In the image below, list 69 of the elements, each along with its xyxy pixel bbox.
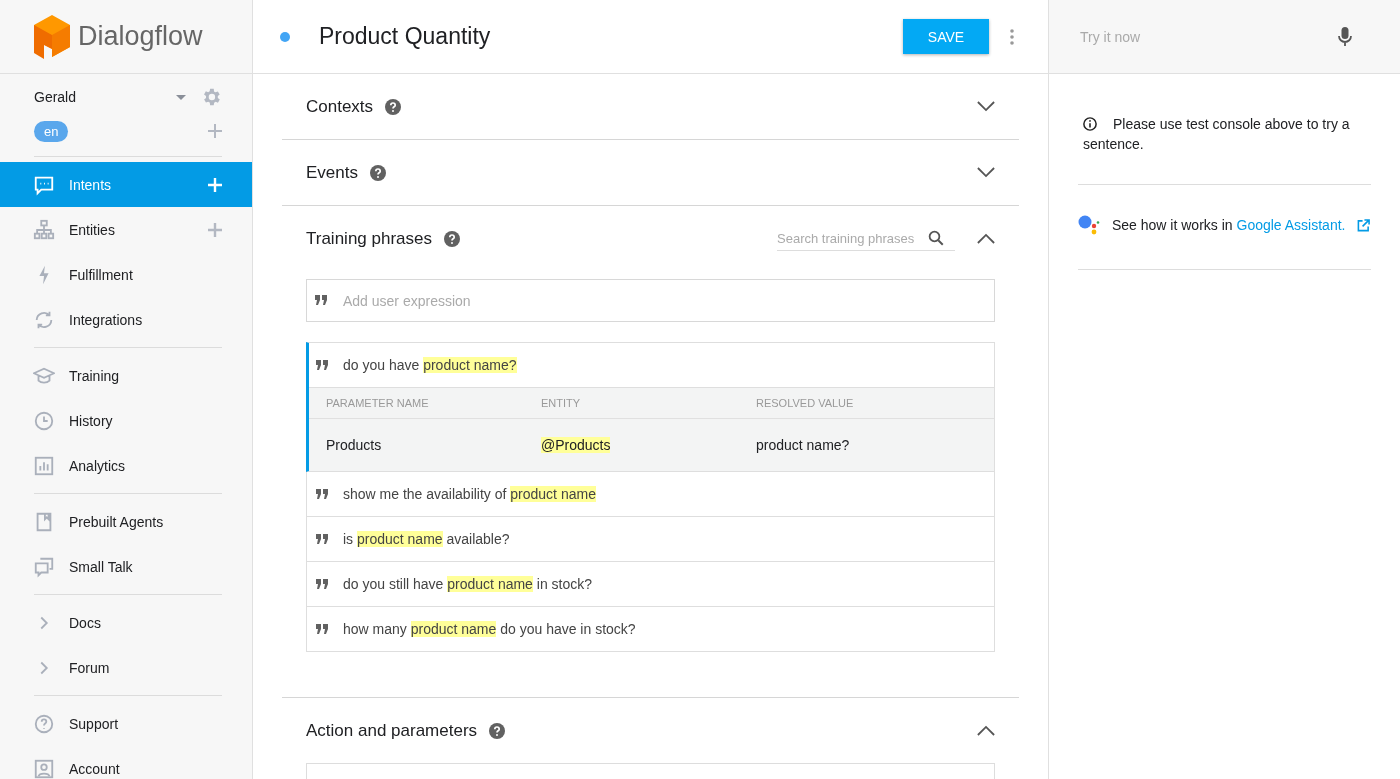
quote-icon [316,624,328,634]
help-icon[interactable] [489,722,506,739]
nav-item[interactable]: Forum [0,645,252,690]
nav-item[interactable]: Support [0,701,252,746]
quote-icon [316,489,328,499]
quote-icon [316,579,328,589]
section-title: Contexts [306,96,374,117]
quote-icon [316,360,328,370]
column-header: RESOLVED VALUE [756,397,855,409]
assistant-text: See how it works in Google Assistant. [1112,217,1346,233]
training-phrase-row[interactable]: is product name available? [306,517,995,562]
help-icon [33,712,55,735]
phrase-text: do you have product name? [343,357,517,373]
caret-icon[interactable] [176,94,186,100]
search-field[interactable]: Search training phrases [777,226,927,250]
microphone-icon[interactable] [1338,26,1352,47]
section-title: Events [306,162,358,183]
table-cell-text: Products [326,437,383,453]
more-icon[interactable] [1010,28,1014,45]
logo-icon [34,14,70,59]
nav-item[interactable]: Entities [0,207,252,252]
assistant-logo-icon [1078,215,1100,235]
chevron-up-icon[interactable] [977,233,995,244]
nav-item[interactable]: Docs [0,600,252,645]
help-icon[interactable] [444,230,460,247]
section-title: Training phrases [306,228,432,249]
column-header: ENTITY [541,397,582,409]
clock-icon [33,409,55,432]
nav-item[interactable]: Analytics [0,443,252,488]
external-link-icon[interactable] [1357,218,1371,232]
training-phrase-row[interactable]: how many product name do you have in stock? [306,607,995,652]
brand-name: Dialogflow [78,21,203,52]
hierarchy-icon [33,218,55,241]
chevron-down-icon[interactable] [977,101,995,112]
phrase-text: do you still have product name in stock? [343,576,593,592]
table-cell-text: product name? [756,437,851,453]
chat-squares-icon [33,555,55,578]
nav-item[interactable]: Account [0,746,252,779]
nav-item[interactable]: Fulfillment [0,252,252,297]
column-header: PARAMETER NAME [326,397,430,409]
chevron-down-icon[interactable] [977,167,995,178]
quote-icon [315,295,327,305]
intent-title: Product Quantity [319,23,492,50]
agent-name[interactable]: Gerald [34,89,176,105]
table-cell[interactable]: @Products [541,437,611,453]
info-icon [1083,117,1097,131]
help-icon[interactable] [385,98,402,115]
phrase-text: how many product name do you have in stock? [343,621,636,637]
person-icon [33,757,55,779]
phrase-text: show me the availability of product name [343,486,596,502]
help-icon[interactable] [370,164,386,181]
nav-item[interactable]: Small Talk [0,544,252,589]
expression-field[interactable]: Add user expression [306,279,995,322]
chevron-up-icon[interactable] [977,725,995,736]
nav-item[interactable]: History [0,398,252,443]
training-phrase-row[interactable]: do you have product name? PARAMETER NAME ENTITY RESOLVED VALUE Products @Products product name? [306,342,995,472]
training-phrase-row[interactable]: show me the availability of product name [306,472,995,517]
quote-icon [316,534,328,544]
nav-item[interactable]: Prebuilt Agents [0,499,252,544]
section-title: Action and parameters [306,720,478,741]
phrase-text: is product name available? [343,531,510,547]
search-icon[interactable] [927,229,945,247]
nav-item[interactable]: Integrations [0,297,252,342]
bar-chart-icon [33,454,55,477]
nav-item[interactable]: Training [0,353,252,398]
status-dot [280,31,290,42]
training-phrase-row[interactable]: do you still have product name in stock? [306,562,995,607]
try-it-field[interactable]: Try it now [1078,27,1338,46]
notice-text: Please use test console above to try a sentence. [1082,115,1351,154]
